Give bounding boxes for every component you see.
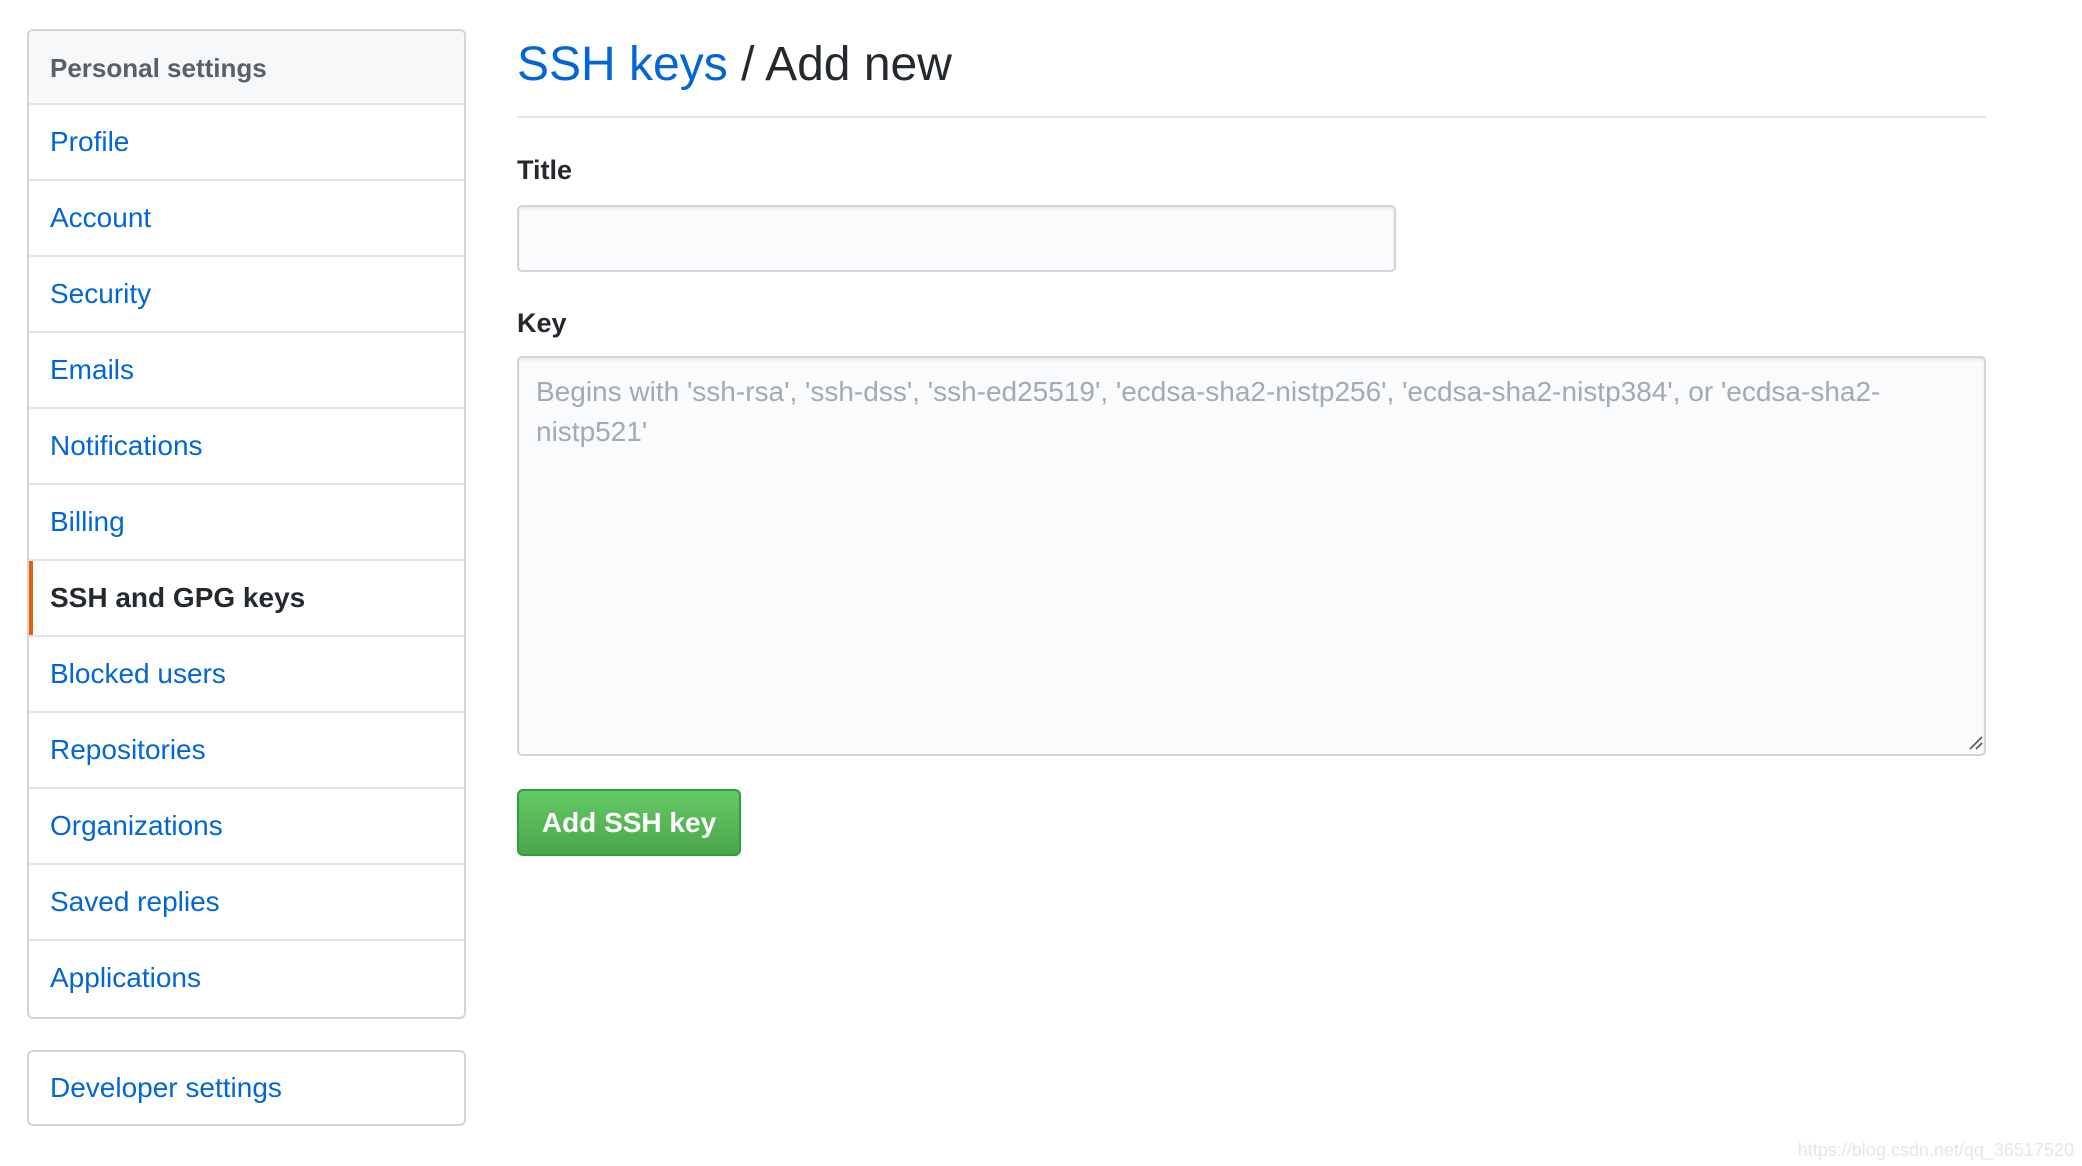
sidebar-item-security[interactable]: Security (29, 257, 464, 333)
page-title: SSH keys / Add new (517, 34, 1986, 118)
sidebar-item-applications[interactable]: Applications (29, 941, 464, 1017)
add-ssh-key-button[interactable]: Add SSH key (517, 789, 741, 856)
sidebar-item-organizations[interactable]: Organizations (29, 789, 464, 865)
personal-settings-menu: Personal settings Profile Account Securi… (27, 29, 466, 1019)
sidebar-item-notifications[interactable]: Notifications (29, 409, 464, 485)
sidebar-item-saved-replies[interactable]: Saved replies (29, 865, 464, 941)
sidebar-item-ssh-gpg-keys[interactable]: SSH and GPG keys (29, 561, 464, 637)
key-textarea[interactable] (517, 356, 1986, 756)
title-label: Title (517, 155, 573, 185)
key-label: Key (517, 308, 567, 338)
page-title-text: Add new (765, 38, 952, 91)
sidebar-item-billing[interactable]: Billing (29, 485, 464, 561)
breadcrumb-separator: / (727, 38, 766, 91)
menu-heading: Personal settings (29, 31, 464, 105)
sidebar-item-blocked-users[interactable]: Blocked users (29, 637, 464, 713)
watermark: https://blog.csdn.net/qq_36517520 (1797, 1140, 2074, 1160)
sidebar-item-developer-settings[interactable]: Developer settings (29, 1052, 464, 1124)
sidebar-item-repositories[interactable]: Repositories (29, 713, 464, 789)
resize-handle-icon[interactable] (1969, 736, 1983, 750)
sidebar-item-account[interactable]: Account (29, 181, 464, 257)
sidebar-item-emails[interactable]: Emails (29, 333, 464, 409)
breadcrumb-ssh-keys-link[interactable]: SSH keys (517, 38, 728, 91)
page: Personal settings Profile Account Securi… (0, 0, 2082, 1166)
title-input[interactable] (517, 205, 1396, 272)
sidebar-item-profile[interactable]: Profile (29, 105, 464, 181)
developer-settings-menu: Developer settings (27, 1050, 466, 1126)
